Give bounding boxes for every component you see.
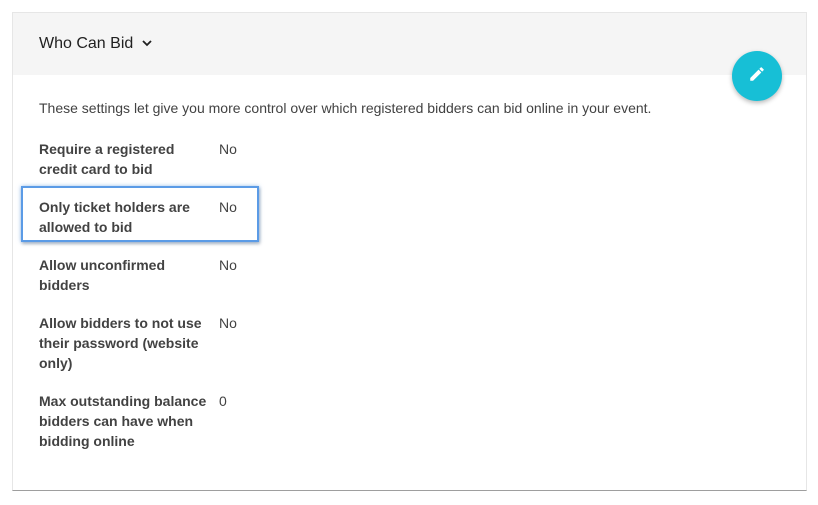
setting-value: No bbox=[219, 141, 237, 157]
settings-list: Require a registered credit card to bid … bbox=[21, 139, 339, 469]
setting-value: No bbox=[219, 315, 237, 331]
setting-label: Only ticket holders are allowed to bid bbox=[39, 199, 190, 235]
setting-label: Allow bidders to not use their password … bbox=[39, 315, 202, 371]
settings-description: These settings let give you more control… bbox=[39, 100, 652, 116]
setting-label: Allow unconfirmed bidders bbox=[39, 257, 165, 293]
section-toggle[interactable]: Who Can Bid bbox=[39, 35, 152, 53]
setting-row-unconfirmed: Allow unconfirmed bidders No bbox=[39, 255, 339, 295]
card-header: Who Can Bid bbox=[13, 13, 806, 75]
section-title: Who Can Bid bbox=[39, 35, 134, 52]
pencil-icon bbox=[748, 65, 766, 88]
setting-value: No bbox=[219, 199, 237, 215]
setting-row-no-password: Allow bidders to not use their password … bbox=[39, 313, 339, 373]
setting-value: No bbox=[219, 257, 237, 273]
chevron-down-icon bbox=[142, 34, 152, 52]
setting-row-max-balance: Max outstanding balance bidders can have… bbox=[39, 391, 339, 451]
setting-value: 0 bbox=[219, 393, 227, 409]
setting-row-ticket-holders: Only ticket holders are allowed to bid N… bbox=[21, 186, 339, 242]
setting-label: Require a registered credit card to bid bbox=[39, 141, 175, 177]
edit-button[interactable] bbox=[732, 51, 782, 101]
setting-label: Max outstanding balance bidders can have… bbox=[39, 393, 207, 449]
who-can-bid-card: Who Can Bid These settings let give you … bbox=[12, 12, 807, 491]
setting-row-require-card: Require a registered credit card to bid … bbox=[39, 139, 339, 179]
